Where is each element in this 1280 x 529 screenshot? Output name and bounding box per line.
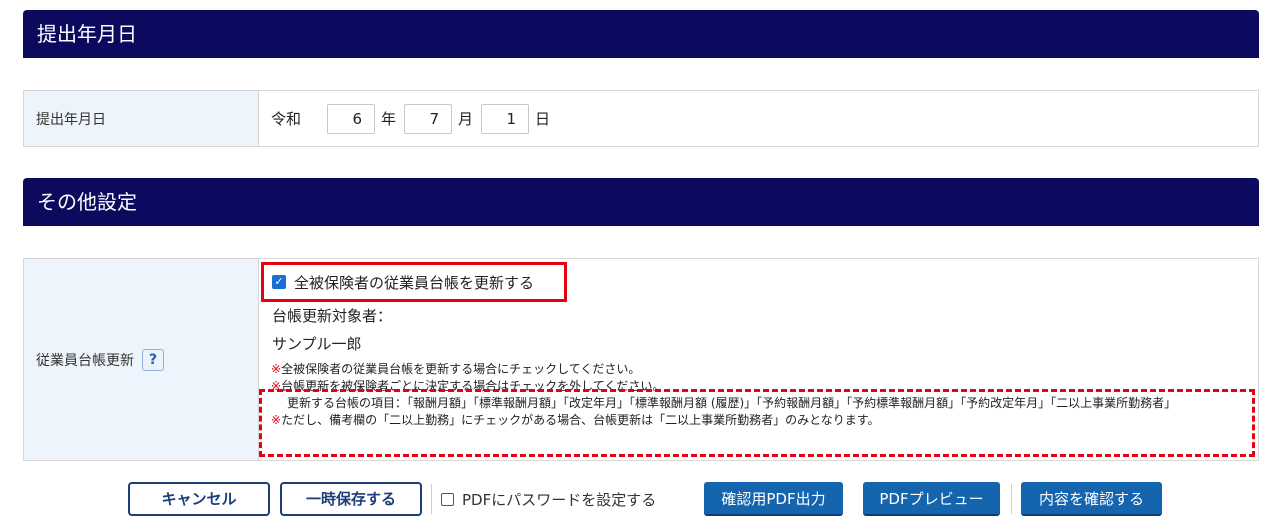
- note-line: 更新する台帳の項目：「報酬月額」「標準報酬月額」「改定年月」「標準報酬月額 (履…: [287, 396, 1177, 410]
- update-all-checkbox-row[interactable]: ✓ 全被保険者の従業員台帳を更新する: [261, 262, 567, 302]
- pdf-output-button[interactable]: 確認用PDF出力: [704, 482, 843, 516]
- update-all-label: 全被保険者の従業員台帳を更新する: [294, 273, 535, 292]
- update-target-name: サンプル一郎: [272, 335, 362, 353]
- help-icon[interactable]: ?: [142, 348, 164, 371]
- save-temp-button[interactable]: 一時保存する: [280, 482, 422, 516]
- confirm-button[interactable]: 内容を確認する: [1021, 482, 1162, 516]
- other-settings-table: 従業員台帳更新 ? ✓ 全被保険者の従業員台帳を更新する 台帳更新対象者： サン…: [23, 258, 1259, 461]
- submission-date-header: 提出年月日: [23, 10, 1259, 58]
- employee-ledger-update-label: 従業員台帳更新: [36, 352, 134, 369]
- other-settings-header: その他設定: [23, 178, 1259, 226]
- update-all-checkbox[interactable]: ✓: [272, 275, 286, 289]
- submission-date-table: 提出年月日 令和 年 月 日: [23, 90, 1259, 147]
- separator: [1011, 484, 1012, 514]
- pdf-password-checkbox[interactable]: [441, 492, 454, 506]
- pdf-password-option[interactable]: PDFにパスワードを設定する: [441, 482, 656, 516]
- month-input[interactable]: [404, 103, 453, 134]
- day-input[interactable]: [481, 103, 530, 134]
- cancel-button[interactable]: キャンセル: [128, 482, 270, 516]
- notes-block: ※全被保険者の従業員台帳を更新する場合にチェックしてください。 ※台帳更新を被保…: [271, 361, 1241, 429]
- employee-ledger-update-cell: ✓ 全被保険者の従業員台帳を更新する 台帳更新対象者： サンプル一郎 ※全被保険…: [259, 259, 1258, 460]
- submission-date-label: 提出年月日: [24, 91, 259, 146]
- year-input[interactable]: [327, 103, 376, 134]
- submission-date-fields: 令和 年 月 日: [259, 91, 1258, 146]
- update-target-label: 台帳更新対象者：: [272, 307, 393, 325]
- day-unit: 日: [535, 110, 551, 128]
- pdf-password-label: PDFにパスワードを設定する: [462, 490, 657, 509]
- year-unit: 年: [381, 110, 397, 128]
- month-unit: 月: [458, 110, 474, 128]
- employee-ledger-update-label-cell: 従業員台帳更新 ?: [24, 259, 259, 460]
- note-line: ※台帳更新を被保険者ごとに決定する場合はチェックを外してください。: [271, 379, 665, 393]
- note-line: ※全被保険者の従業員台帳を更新する場合にチェックしてください。: [271, 362, 641, 376]
- pdf-preview-button[interactable]: PDFプレビュー: [863, 482, 1000, 516]
- separator: [431, 484, 432, 514]
- note-line: ※ただし、備考欄の「二以上勤務」にチェックがある場合、台帳更新は「二以上事業所勤…: [271, 413, 880, 427]
- era-label: 令和: [271, 110, 302, 128]
- action-bar: キャンセル 一時保存する PDFにパスワードを設定する 確認用PDF出力 PDF…: [0, 482, 1280, 518]
